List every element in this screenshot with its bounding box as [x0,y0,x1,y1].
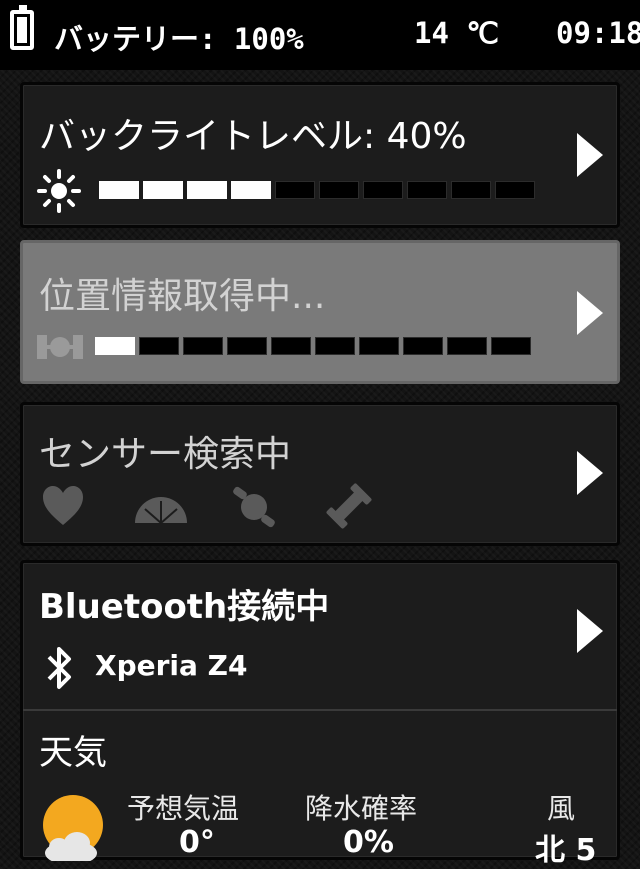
bluetooth-card[interactable]: Bluetooth接続中 Xperia Z4 天気 予想気温 0° 降水確率 0… [20,560,620,868]
bar-segment [495,181,535,199]
chevron-right-icon [577,451,603,495]
chevron-right-icon [577,133,603,177]
partly-cloudy-icon [43,795,103,861]
bar-segment [227,337,267,355]
backlight-title: バックライトレベル: 40% [39,116,467,157]
bar-segment [319,181,359,199]
bar-segment [447,337,487,355]
gps-card[interactable]: 位置情報取得中... [20,240,620,384]
sensor-title: センサー検索中 [39,434,292,475]
cadence-icon [233,486,275,528]
satellite-icon [37,335,83,359]
gps-title: 位置情報取得中... [39,276,326,317]
bar-segment [187,181,227,199]
clock: 09:18 [556,16,640,50]
status-bar: バッテリー: 100% 14 ℃ 09:18 [0,0,640,70]
backlight-level-bar[interactable] [99,181,535,199]
bar-segment [451,181,491,199]
weather-title: 天気 [39,733,107,773]
chevron-right-icon [577,291,603,335]
wind-label: 風 [547,792,576,825]
gps-progress-bar [95,337,531,355]
battery-label: バッテリー: 100% [54,22,304,56]
precip-value: 0% [343,825,394,860]
sensor-card[interactable]: センサー検索中 [20,402,620,546]
dumbbell-icon [326,483,372,529]
divider [23,709,617,711]
bar-segment [315,337,355,355]
sun-icon [37,169,81,213]
bar-segment [143,181,183,199]
bar-segment [99,181,139,199]
bluetooth-icon [47,647,71,689]
temperature-readout: 14 ℃ [414,16,499,50]
bar-segment [231,181,271,199]
bar-segment [363,181,403,199]
bar-segment [407,181,447,199]
bar-segment [359,337,399,355]
bar-segment [183,337,223,355]
bluetooth-title: Bluetooth接続中 [39,587,330,627]
bar-segment [139,337,179,355]
bar-segment [403,337,443,355]
bar-segment [95,337,135,355]
bar-segment [275,181,315,199]
bluetooth-device-name: Xperia Z4 [95,649,248,682]
bar-segment [271,337,311,355]
chevron-right-icon [577,609,603,653]
precip-label: 降水確率 [305,792,418,825]
forecast-temp-label: 予想気温 [127,792,240,825]
speedometer-icon [135,497,187,524]
battery-icon [10,5,34,50]
bar-segment [491,337,531,355]
heart-icon [43,486,83,525]
forecast-temp-value: 0° [179,825,215,860]
backlight-card[interactable]: バックライトレベル: 40% [20,82,620,228]
wind-value: 北 5 [535,833,597,868]
